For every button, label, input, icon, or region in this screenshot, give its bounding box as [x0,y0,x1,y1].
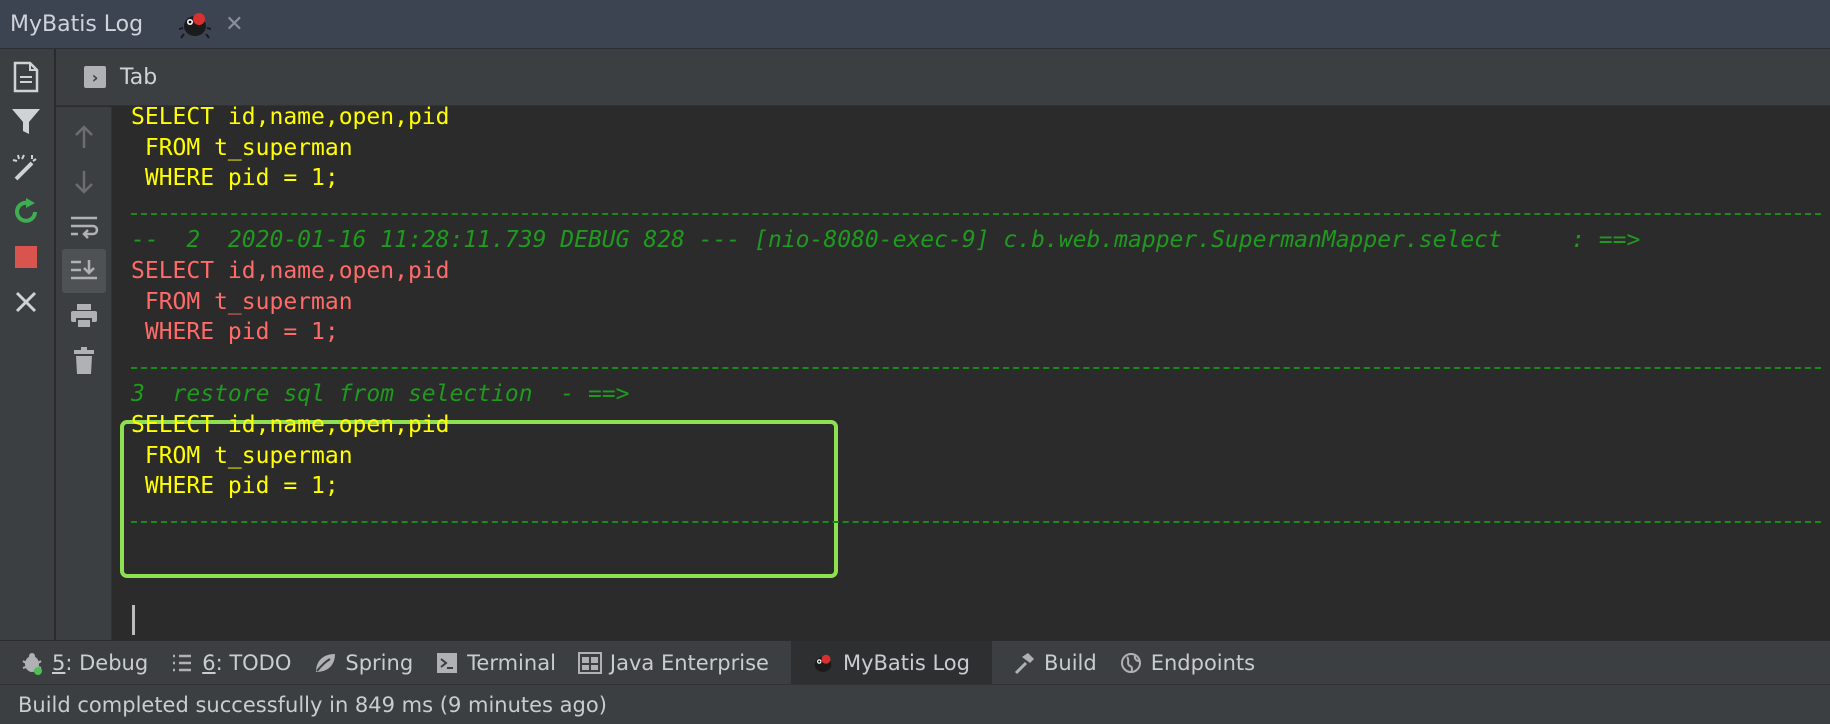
separator [131,367,1821,369]
tab-debug[interactable]: 5: Debug [20,641,170,685]
text-caret [132,605,135,635]
arrow-down-icon[interactable] [62,160,106,204]
magic-wand-icon[interactable] [8,149,44,185]
console-line: FROM t_superman [131,289,353,315]
status-bar: Build completed successfully in 849 ms (… [0,684,1830,724]
tab-mybatis-log[interactable]: MyBatis Log [790,640,992,685]
globe-icon [1119,651,1143,675]
tool-window-bar: 5: Debug 6: TODO Spring Terminal Java En… [0,640,1830,685]
spring-leaf-icon [313,651,337,675]
mybatis-bug-icon [811,651,835,675]
separator [131,521,1821,523]
console-line: WHERE pid = 1; [131,473,339,499]
log-header: -- 2 2020-01-16 11:28:11.739 DEBUG 828 -… [131,227,1641,253]
hammer-icon [1012,651,1036,675]
log-header: 3 restore sql from selection - ==> [131,381,630,407]
stop-icon[interactable] [8,239,44,275]
title-bar: MyBatis Log ✕ [0,0,1830,49]
scroll-to-end-icon[interactable] [62,249,106,293]
window-title: MyBatis Log [10,11,144,37]
terminal-icon [435,651,459,675]
console-line: WHERE pid = 1; [131,165,339,191]
outer-toolbar [0,49,55,640]
arrow-up-icon[interactable] [62,115,106,159]
separator [131,213,1821,215]
console-line: WHERE pid = 1; [131,319,339,345]
console-tab-row: › Tab [56,49,1830,106]
console-line: SELECT id,name,open,pid [131,104,450,130]
mybatis-bug-icon [178,8,212,40]
console-line: FROM t_superman [131,443,353,469]
status-message: Build completed successfully in 849 ms (… [18,692,607,717]
rerun-icon[interactable] [8,194,44,230]
tab-terminal[interactable]: Terminal [435,641,578,685]
close-tab-icon[interactable]: ✕ [225,12,243,37]
console-tab-icon: › [84,66,106,88]
java-enterprise-icon [577,651,602,675]
console-line: FROM t_superman [131,135,353,161]
close-icon[interactable] [8,284,44,320]
console-line: SELECT id,name,open,pid [131,412,450,438]
trash-icon[interactable] [62,339,106,383]
filter-icon[interactable] [8,104,44,140]
soft-wrap-icon[interactable] [62,205,106,249]
tab-java-enterprise[interactable]: Java Enterprise [577,641,791,685]
list-icon [170,651,194,675]
tab-label[interactable]: Tab [120,65,157,90]
console-output[interactable]: SELECT id,name,open,pid FROM t_superman … [113,104,1830,640]
file-icon[interactable] [8,59,44,95]
print-icon[interactable] [62,294,106,338]
console-toolbar [56,107,112,640]
tab-endpoints[interactable]: Endpoints [1119,641,1277,685]
tab-spring[interactable]: Spring [313,641,435,685]
tab-build[interactable]: Build [1012,641,1119,685]
console-line: SELECT id,name,open,pid [131,258,450,284]
tab-todo[interactable]: 6: TODO [170,641,313,685]
bug-icon [20,651,44,675]
